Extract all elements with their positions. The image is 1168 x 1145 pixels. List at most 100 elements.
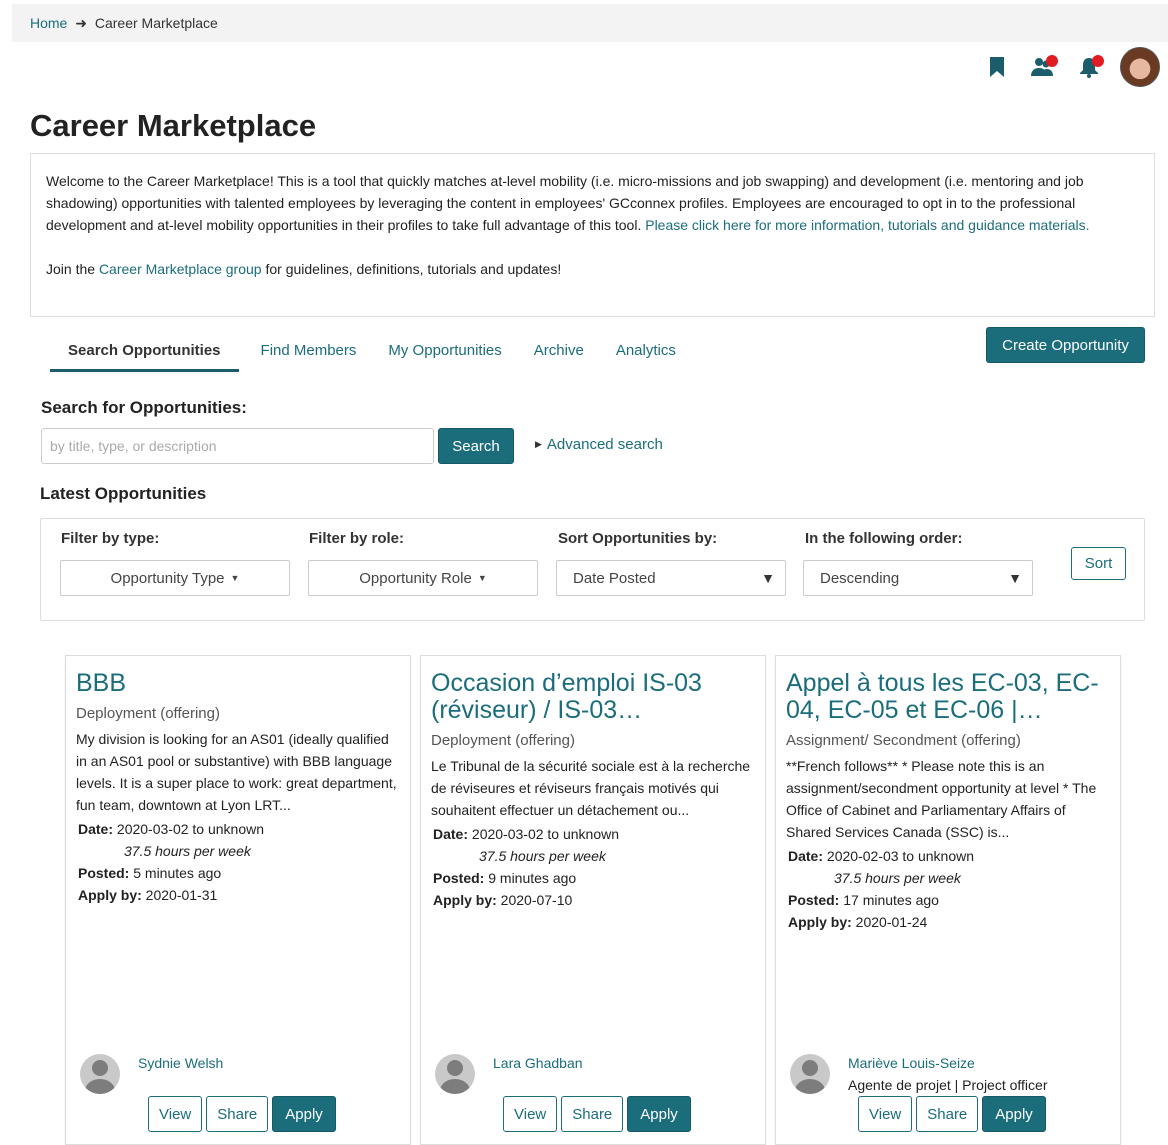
card-owner: Mariève Louis-Seize Agente de projet | P… bbox=[790, 1054, 1048, 1096]
breadcrumb-home-link[interactable]: Home bbox=[30, 15, 67, 31]
more-info-link[interactable]: Please click here for more information, … bbox=[645, 217, 1089, 233]
search-label: Search for Opportunities: bbox=[41, 398, 247, 417]
breadcrumb-separator: ➜ bbox=[75, 15, 87, 31]
card-apply-by: 2020-07-10 bbox=[500, 892, 573, 908]
join-prefix: Join the bbox=[46, 261, 96, 277]
view-button[interactable]: View bbox=[858, 1096, 913, 1132]
search-button[interactable]: Search bbox=[438, 428, 514, 464]
card-owner: Sydnie Welsh bbox=[80, 1054, 223, 1094]
card-date: 2020-03-02 to unknown bbox=[116, 821, 265, 837]
caret-down-icon: ▼ bbox=[477, 573, 487, 583]
apply-button[interactable]: Apply bbox=[982, 1096, 1046, 1132]
card-actions: View Share Apply bbox=[148, 1096, 336, 1132]
date-label: Date: bbox=[788, 848, 824, 864]
filter-role-label: Filter by role: bbox=[309, 530, 405, 547]
card-posted: 17 minutes ago bbox=[843, 892, 939, 908]
card-meta: Date: 2020-03-02 to unknown 37.5 hours p… bbox=[433, 823, 755, 911]
card-meta: Date: 2020-03-02 to unknown 37.5 hours p… bbox=[78, 818, 400, 906]
tab-analytics[interactable]: Analytics bbox=[616, 336, 676, 372]
order-label: In the following order: bbox=[805, 530, 963, 547]
card-description: Le Tribunal de la sécurité sociale est à… bbox=[431, 758, 751, 818]
sort-by-value: Date Posted bbox=[573, 569, 656, 587]
view-button[interactable]: View bbox=[503, 1096, 558, 1132]
opportunity-type-dropdown[interactable]: Opportunity Type ▼ bbox=[60, 560, 290, 596]
apply-by-label: Apply by: bbox=[78, 887, 142, 903]
owner-name-link[interactable]: Mariève Louis-Seize bbox=[848, 1055, 975, 1071]
share-button[interactable]: Share bbox=[561, 1096, 624, 1132]
opportunity-card: BBB Deployment (offering) My division is… bbox=[65, 655, 411, 1145]
notifications-dot bbox=[1092, 55, 1104, 67]
bookmark-icon[interactable] bbox=[984, 54, 1010, 80]
owner-name-link[interactable]: Sydnie Welsh bbox=[138, 1055, 223, 1071]
user-avatar[interactable] bbox=[1120, 47, 1160, 87]
card-posted: 9 minutes ago bbox=[488, 870, 577, 886]
opportunity-card: Occasion d’emploi IS-03 (réviseur) / IS-… bbox=[420, 655, 766, 1145]
owner-avatar-icon[interactable] bbox=[435, 1054, 475, 1094]
welcome-paragraph: Welcome to the Career Marketplace! This … bbox=[46, 170, 1139, 236]
card-owner: Lara Ghadban bbox=[435, 1054, 583, 1094]
apply-by-label: Apply by: bbox=[788, 914, 852, 930]
caret-right-icon: ▶ bbox=[535, 439, 542, 449]
tab-search-opportunities[interactable]: Search Opportunities bbox=[50, 336, 239, 372]
latest-opportunities-heading: Latest Opportunities bbox=[40, 484, 207, 503]
card-date: 2020-03-02 to unknown bbox=[471, 826, 620, 842]
apply-by-label: Apply by: bbox=[433, 892, 497, 908]
owner-avatar-icon[interactable] bbox=[80, 1054, 120, 1094]
select-arrow-icon: ▼ bbox=[1008, 570, 1022, 586]
opportunity-role-dropdown[interactable]: Opportunity Role ▼ bbox=[308, 560, 538, 596]
colleagues-notification-dot bbox=[1046, 55, 1058, 67]
card-meta: Date: 2020-02-03 to unknown 37.5 hours p… bbox=[788, 845, 1110, 933]
order-select[interactable]: Descending ▼ bbox=[803, 560, 1033, 596]
view-button[interactable]: View bbox=[148, 1096, 203, 1132]
card-apply-by: 2020-01-24 bbox=[855, 914, 928, 930]
card-posted: 5 minutes ago bbox=[133, 865, 222, 881]
share-button[interactable]: Share bbox=[916, 1096, 979, 1132]
welcome-panel: Welcome to the Career Marketplace! This … bbox=[30, 153, 1155, 317]
card-type: Deployment (offering) bbox=[76, 705, 220, 722]
tab-archive[interactable]: Archive bbox=[534, 336, 584, 372]
apply-button[interactable]: Apply bbox=[627, 1096, 691, 1132]
filter-type-label: Filter by type: bbox=[61, 530, 160, 547]
card-apply-by: 2020-01-31 bbox=[145, 887, 218, 903]
card-title[interactable]: Appel à tous les EC-03, EC-04, EC-05 et … bbox=[786, 670, 1110, 724]
join-group-paragraph: Join the Career Marketplace group for gu… bbox=[46, 258, 1139, 280]
date-label: Date: bbox=[78, 821, 114, 837]
notifications-icon[interactable] bbox=[1076, 54, 1104, 80]
opportunity-card: Appel à tous les EC-03, EC-04, EC-05 et … bbox=[775, 655, 1121, 1145]
sort-button[interactable]: Sort bbox=[1071, 547, 1126, 580]
card-title[interactable]: BBB bbox=[76, 670, 400, 697]
share-button[interactable]: Share bbox=[206, 1096, 269, 1132]
select-arrow-icon: ▼ bbox=[761, 570, 775, 586]
filters-panel: Filter by type: Opportunity Type ▼ Filter… bbox=[40, 518, 1145, 621]
advanced-search-label: Advanced search bbox=[546, 436, 663, 453]
owner-avatar-icon[interactable] bbox=[790, 1054, 830, 1094]
search-input[interactable] bbox=[41, 428, 434, 464]
apply-button[interactable]: Apply bbox=[272, 1096, 336, 1132]
owner-name-link[interactable]: Lara Ghadban bbox=[493, 1055, 583, 1071]
posted-label: Posted: bbox=[433, 870, 485, 886]
card-description: **French follows** * Please note this is… bbox=[786, 758, 1097, 840]
opportunity-type-value: Opportunity Type bbox=[110, 569, 225, 587]
advanced-search-toggle[interactable]: ▶ Advanced search bbox=[535, 436, 663, 453]
career-marketplace-group-link[interactable]: Career Marketplace group bbox=[99, 261, 262, 277]
tab-find-members[interactable]: Find Members bbox=[261, 336, 357, 372]
order-value: Descending bbox=[820, 569, 900, 587]
colleagues-icon[interactable] bbox=[1030, 54, 1058, 80]
sort-by-select[interactable]: Date Posted ▼ bbox=[556, 560, 786, 596]
card-date: 2020-02-03 to unknown bbox=[826, 848, 975, 864]
sort-by-label: Sort Opportunities by: bbox=[558, 530, 718, 547]
tab-bar: Search Opportunities Find Members My Opp… bbox=[50, 336, 708, 374]
opportunity-role-value: Opportunity Role bbox=[359, 569, 472, 587]
posted-label: Posted: bbox=[788, 892, 840, 908]
card-actions: View Share Apply bbox=[858, 1096, 1046, 1132]
card-actions: View Share Apply bbox=[503, 1096, 691, 1132]
card-type: Deployment (offering) bbox=[431, 732, 575, 749]
card-hours: 37.5 hours per week bbox=[834, 870, 961, 886]
page-title: Career Marketplace bbox=[30, 108, 317, 143]
card-title[interactable]: Occasion d’emploi IS-03 (réviseur) / IS-… bbox=[431, 670, 755, 724]
tab-my-opportunities[interactable]: My Opportunities bbox=[388, 336, 501, 372]
card-hours: 37.5 hours per week bbox=[124, 843, 251, 859]
join-suffix: for guidelines, definitions, tutorials a… bbox=[265, 261, 562, 277]
create-opportunity-button[interactable]: Create Opportunity bbox=[986, 327, 1145, 363]
breadcrumb: Home ➜ Career Marketplace bbox=[12, 4, 1168, 42]
